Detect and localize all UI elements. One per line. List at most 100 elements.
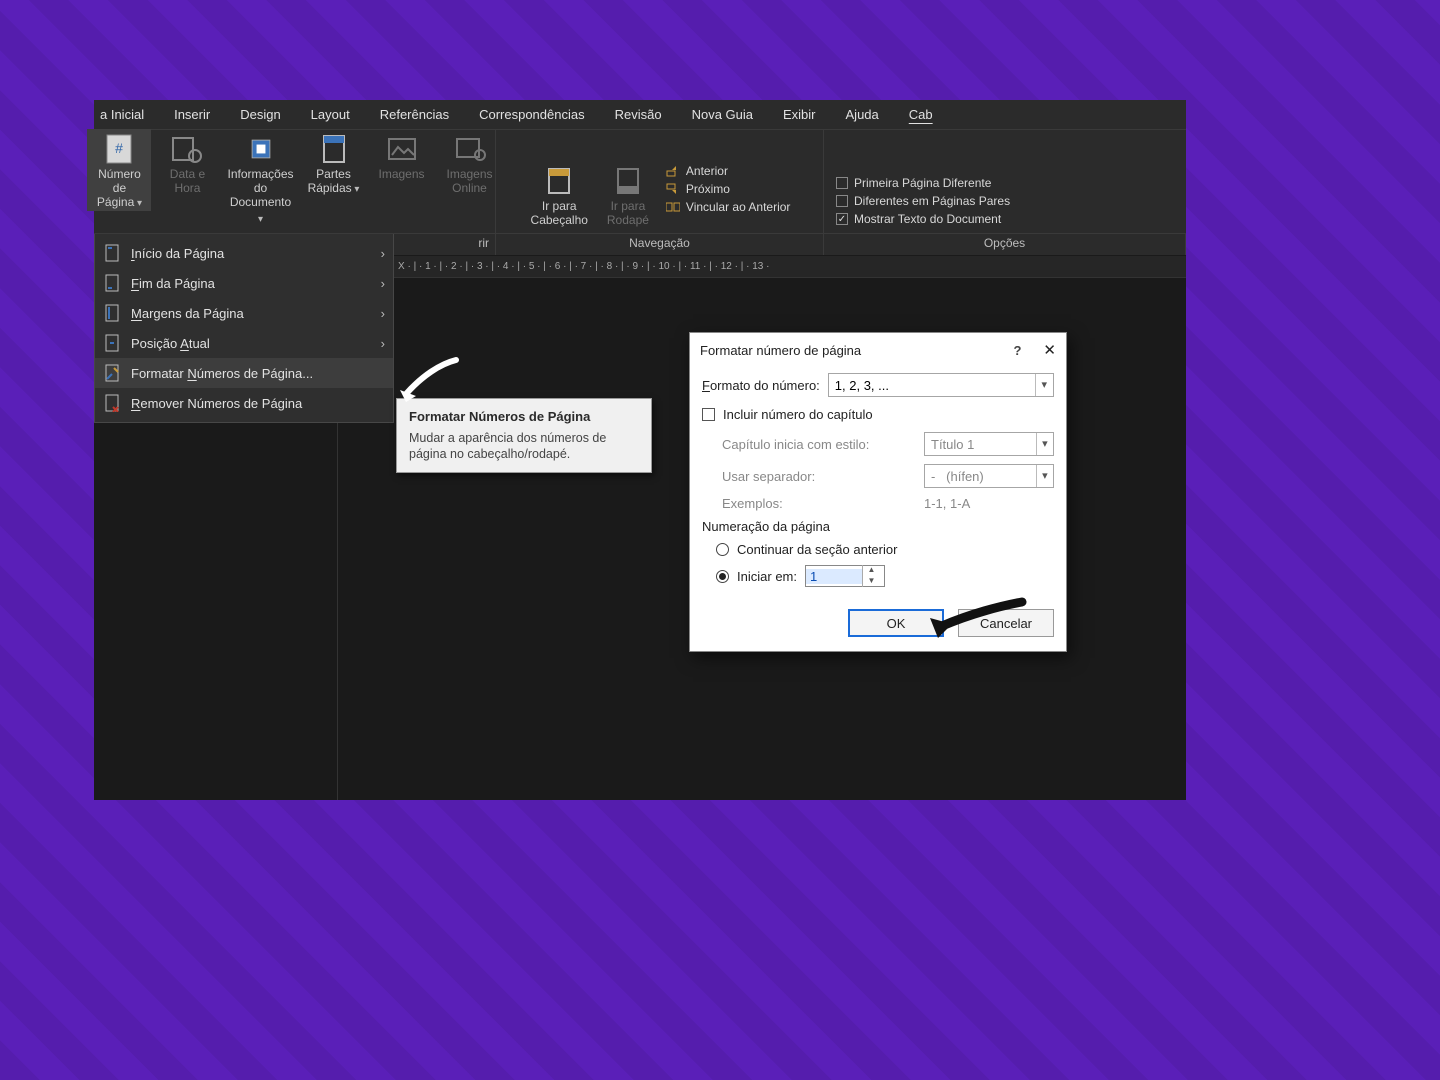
page-margin-icon: [103, 304, 121, 322]
menu-remove-page-numbers[interactable]: Remover Números de Página: [95, 388, 393, 418]
checkbox-icon: [836, 177, 848, 189]
tab-revisao[interactable]: Revisão: [600, 101, 677, 128]
link-icon: [666, 200, 680, 214]
tab-inserir[interactable]: Inserir: [159, 101, 225, 128]
images-button[interactable]: Imagens: [370, 129, 434, 181]
header-icon: [543, 165, 575, 197]
goto-header-button[interactable]: Ir paraCabeçalho: [527, 161, 592, 227]
radio-icon: [716, 543, 729, 556]
menu-top-of-page[interactable]: Início da Página ›: [95, 238, 393, 268]
goto-footer-button[interactable]: Ir paraRodapé: [596, 161, 660, 227]
tab-design[interactable]: Design: [225, 101, 295, 128]
number-format-label: Formato do número:: [702, 378, 820, 393]
ribbon-group-opcoes: Primeira Página Diferente Diferentes em …: [824, 130, 1186, 233]
start-at-spinner[interactable]: ▲ ▼: [805, 565, 885, 587]
date-time-button[interactable]: Data eHora: [155, 129, 219, 195]
tab-correspondencias[interactable]: Correspondências: [464, 101, 600, 128]
checkbox-icon: [702, 408, 715, 421]
dialog-title-bar[interactable]: Formatar número de página ? ✕: [690, 333, 1066, 367]
start-at-radio[interactable]: Iniciar em: ▲ ▼: [702, 565, 1054, 587]
chapter-options: Capítulo inicia com estilo: ▾ Usar separ…: [702, 432, 1054, 511]
chevron-right-icon: ›: [381, 246, 385, 261]
document-info-button[interactable]: Informações doDocumento: [223, 129, 297, 227]
page-position-icon: [103, 334, 121, 352]
help-icon[interactable]: ?: [1013, 343, 1021, 358]
close-icon[interactable]: ✕: [1043, 341, 1056, 359]
continue-section-radio[interactable]: Continuar da seção anterior: [702, 542, 1054, 557]
ribbon-group-inserir: # Número dePágina Data eHora Informações…: [94, 130, 496, 233]
checkbox-checked-icon: ✓: [836, 213, 848, 225]
tab-referencias[interactable]: Referências: [365, 101, 464, 128]
start-at-value[interactable]: [806, 569, 862, 584]
format-number-icon: [103, 364, 121, 382]
tab-layout[interactable]: Layout: [296, 101, 365, 128]
opcoes-title: Opções: [824, 234, 1186, 255]
ribbon-group-navegacao: Ir paraCabeçalho Ir paraRodapé Anterior: [496, 130, 824, 233]
separator-label: Usar separador:: [722, 469, 914, 484]
page-number-menu: Início da Página › Fim da Página › Marge…: [94, 234, 394, 423]
chevron-right-icon: ›: [381, 336, 385, 351]
page-number-icon: #: [103, 133, 135, 165]
different-even-odd-checkbox[interactable]: Diferentes em Páginas Pares: [834, 193, 1012, 209]
checkbox-icon: [836, 195, 848, 207]
arrow-up-icon: [666, 164, 680, 178]
ruler[interactable]: · 1 · | · X · | · 1 · | · 2 · | · 3 · | …: [338, 256, 1186, 278]
page-number-label-2: Página: [97, 195, 142, 209]
tab-home[interactable]: a Inicial: [94, 101, 159, 128]
show-document-text-checkbox[interactable]: ✓ Mostrar Texto do Document: [834, 211, 1012, 227]
menu-page-margins[interactable]: Margens da Página ›: [95, 298, 393, 328]
navegacao-title: Navegação: [496, 234, 824, 255]
ribbon: # Número dePágina Data eHora Informações…: [94, 130, 1186, 234]
first-page-different-checkbox[interactable]: Primeira Página Diferente: [834, 175, 1012, 191]
tab-cabecalho[interactable]: Cab: [894, 101, 948, 128]
previous-button[interactable]: Anterior: [664, 163, 793, 179]
annotation-arrow-black: [922, 594, 1032, 648]
tab-ajuda[interactable]: Ajuda: [831, 101, 894, 128]
chevron-right-icon: ›: [381, 306, 385, 321]
examples-label: Exemplos:: [722, 496, 914, 511]
tooltip-body: Mudar a aparência dos números de página …: [409, 430, 639, 462]
svg-text:#: #: [116, 140, 124, 156]
number-format-value[interactable]: [829, 378, 1035, 393]
page-icon: [103, 274, 121, 292]
spinner-up-icon[interactable]: ▲: [863, 565, 880, 576]
page-number-button[interactable]: # Número dePágina: [87, 129, 151, 211]
radio-selected-icon: [716, 570, 729, 583]
number-format-combo[interactable]: ▾: [828, 373, 1054, 397]
remove-number-icon: [103, 394, 121, 412]
page-number-label-1: Número de: [98, 167, 141, 195]
chevron-right-icon: ›: [381, 276, 385, 291]
annotation-arrow-white: [394, 354, 464, 408]
online-images-button[interactable]: ImagensOnline: [438, 129, 502, 195]
arrow-down-icon: [666, 182, 680, 196]
next-button[interactable]: Próximo: [664, 181, 793, 197]
tooltip-title: Formatar Números de Página: [409, 409, 639, 424]
tab-exibir[interactable]: Exibir: [768, 101, 831, 128]
menu-format-page-numbers[interactable]: Formatar Números de Página...: [95, 358, 393, 388]
document-info-icon: [245, 133, 277, 165]
chevron-down-icon[interactable]: ▾: [1035, 374, 1053, 396]
tab-novaguia[interactable]: Nova Guia: [677, 101, 768, 128]
page-icon: [103, 244, 121, 262]
separator-combo: ▾: [924, 464, 1054, 488]
examples-value: 1-1, 1-A: [924, 496, 1054, 511]
ribbon-tabs: a Inicial Inserir Design Layout Referênc…: [94, 100, 1186, 130]
inserir-title-fragment: rir: [478, 236, 489, 250]
spinner-down-icon[interactable]: ▼: [863, 576, 880, 587]
link-previous-button[interactable]: Vincular ao Anterior: [664, 199, 793, 215]
footer-icon: [612, 165, 644, 197]
page-numbering-heading: Numeração da página: [702, 519, 1054, 534]
chapter-style-label: Capítulo inicia com estilo:: [722, 437, 914, 452]
menu-current-position[interactable]: Posição Atual ›: [95, 328, 393, 358]
include-chapter-checkbox[interactable]: Incluir número do capítulo: [702, 407, 1054, 422]
online-image-icon: [454, 133, 486, 165]
quick-parts-button[interactable]: PartesRápidas: [302, 129, 366, 197]
dialog-title: Formatar número de página: [700, 343, 861, 358]
tooltip-format-page-numbers: Formatar Números de Página Mudar a aparê…: [396, 398, 652, 473]
menu-bottom-of-page[interactable]: Fim da Página ›: [95, 268, 393, 298]
word-window: a Inicial Inserir Design Layout Referênc…: [94, 100, 1186, 800]
quick-parts-icon: [318, 133, 350, 165]
calendar-clock-icon: [171, 133, 203, 165]
chapter-style-combo: ▾: [924, 432, 1054, 456]
chevron-down-icon: ▾: [1036, 465, 1053, 487]
